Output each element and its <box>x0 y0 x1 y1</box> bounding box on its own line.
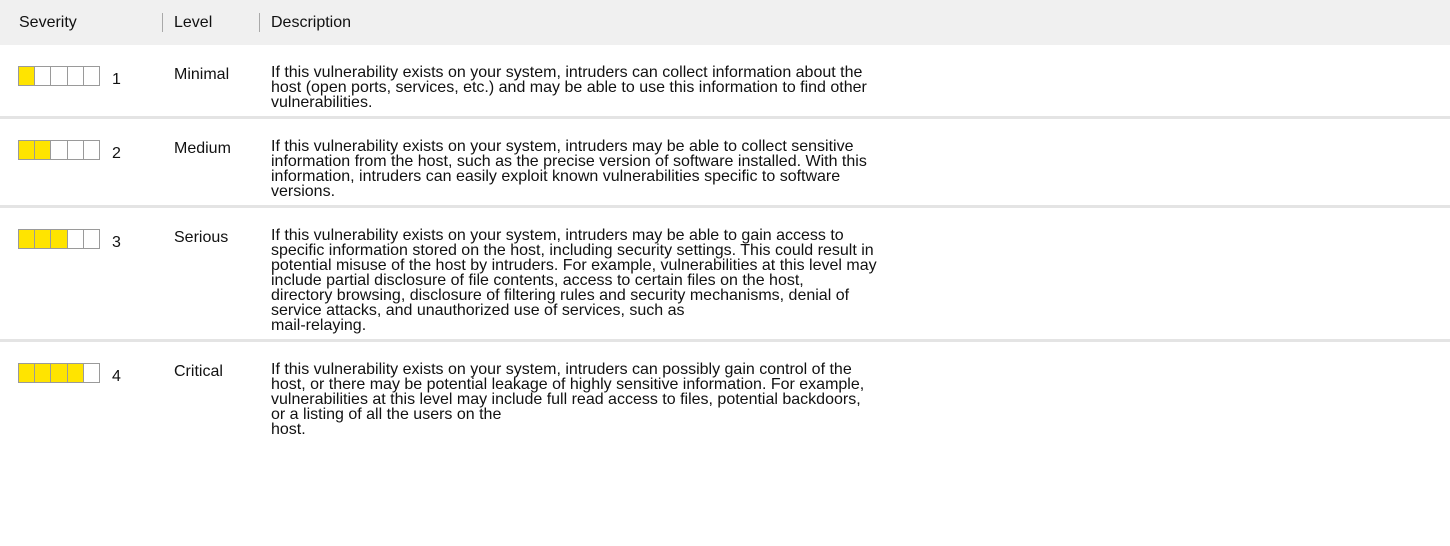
description-line: If this vulnerability exists on your sys… <box>271 64 863 81</box>
description-line: If this vulnerability exists on your sys… <box>271 361 852 378</box>
severity-cell: 2 <box>18 140 121 162</box>
severity-meter <box>18 229 100 249</box>
description-line: specific information stored on the host,… <box>271 242 874 259</box>
severity-meter <box>18 363 100 383</box>
level-label: Serious <box>174 229 229 246</box>
severity-segment-empty <box>35 67 52 85</box>
description-line: vulnerabilities. <box>271 94 373 111</box>
column-header-severity[interactable]: Severity <box>19 0 77 45</box>
description-line: information from the host, such as the p… <box>271 153 867 170</box>
description-line: vulnerabilities at this level may includ… <box>271 391 861 408</box>
description-line: host (open ports, services, etc.) and ma… <box>271 79 867 96</box>
description-line: If this vulnerability exists on your sys… <box>271 138 854 155</box>
level-label: Minimal <box>174 66 230 83</box>
severity-segment-empty <box>84 67 99 85</box>
severity-cell: 1 <box>18 66 121 88</box>
severity-number: 3 <box>112 234 121 251</box>
severity-segment-filled <box>51 364 68 382</box>
description-line: If this vulnerability exists on your sys… <box>271 227 844 244</box>
severity-segment-filled <box>35 141 52 159</box>
description-line: potential misuse of the host by intruder… <box>271 257 877 274</box>
table-row[interactable]: 4 Critical If this vulnerability exists on… <box>0 342 1450 443</box>
column-divider[interactable] <box>259 13 260 32</box>
description-line: include partial disclosure of file conte… <box>271 272 804 289</box>
severity-cell: 3 <box>18 229 121 251</box>
description-line: information, intruders can easily exploi… <box>271 168 841 185</box>
severity-cell: 4 <box>18 363 121 385</box>
severity-segment-filled <box>19 67 36 85</box>
severity-segment-empty <box>68 141 84 159</box>
description-text: If this vulnerability exists on your sys… <box>271 342 1071 443</box>
table-row[interactable]: 1 Minimal If this vulnerability exists on … <box>0 45 1450 119</box>
description-text: If this vulnerability exists on your sys… <box>271 45 1071 116</box>
description-text: If this vulnerability exists on your sys… <box>271 208 1071 339</box>
table-header: Severity Level Description <box>0 0 1450 45</box>
severity-segment-filled <box>19 141 36 159</box>
table-row[interactable]: 3 Serious If this vulnerability exists on … <box>0 208 1450 342</box>
severity-segment-filled <box>51 230 68 248</box>
severity-segment-empty <box>68 230 84 248</box>
severity-segment-empty <box>84 364 99 382</box>
level-label: Medium <box>174 140 231 157</box>
column-header-description[interactable]: Description <box>271 0 351 45</box>
severity-segment-empty <box>68 67 84 85</box>
description-line: host, or there may be potential leakage … <box>271 376 865 393</box>
level-label: Critical <box>174 363 223 380</box>
severity-segment-filled <box>35 230 52 248</box>
severity-segment-empty <box>51 67 68 85</box>
description-line: directory browsing, disclosure of filter… <box>271 287 850 304</box>
severity-segment-empty <box>51 141 68 159</box>
description-line: host. <box>271 421 306 438</box>
severity-number: 1 <box>112 71 121 88</box>
description-text: If this vulnerability exists on your sys… <box>271 119 1071 205</box>
severity-number: 4 <box>112 368 121 385</box>
severity-meter <box>18 140 100 160</box>
severity-segment-filled <box>19 364 36 382</box>
severity-table: Severity Level Description 1 Minimal If th… <box>0 0 1450 443</box>
description-line: service attacks, and unauthorized use of… <box>271 302 685 319</box>
severity-segment-filled <box>67 364 84 382</box>
table-row[interactable]: 2 Medium If this vulnerability exists on y… <box>0 119 1450 208</box>
column-divider[interactable] <box>162 13 163 32</box>
column-header-level[interactable]: Level <box>174 0 212 45</box>
description-line: or a listing of all the users on the <box>271 406 502 423</box>
severity-number: 2 <box>112 145 121 162</box>
severity-meter <box>18 66 100 86</box>
severity-segment-empty <box>84 230 99 248</box>
severity-segment-filled <box>35 364 52 382</box>
severity-segment-empty <box>84 141 99 159</box>
table-body: 1 Minimal If this vulnerability exists on … <box>0 45 1450 443</box>
description-line: versions. <box>271 183 336 200</box>
severity-segment-filled <box>19 230 36 248</box>
description-line: mail-relaying. <box>271 317 367 334</box>
